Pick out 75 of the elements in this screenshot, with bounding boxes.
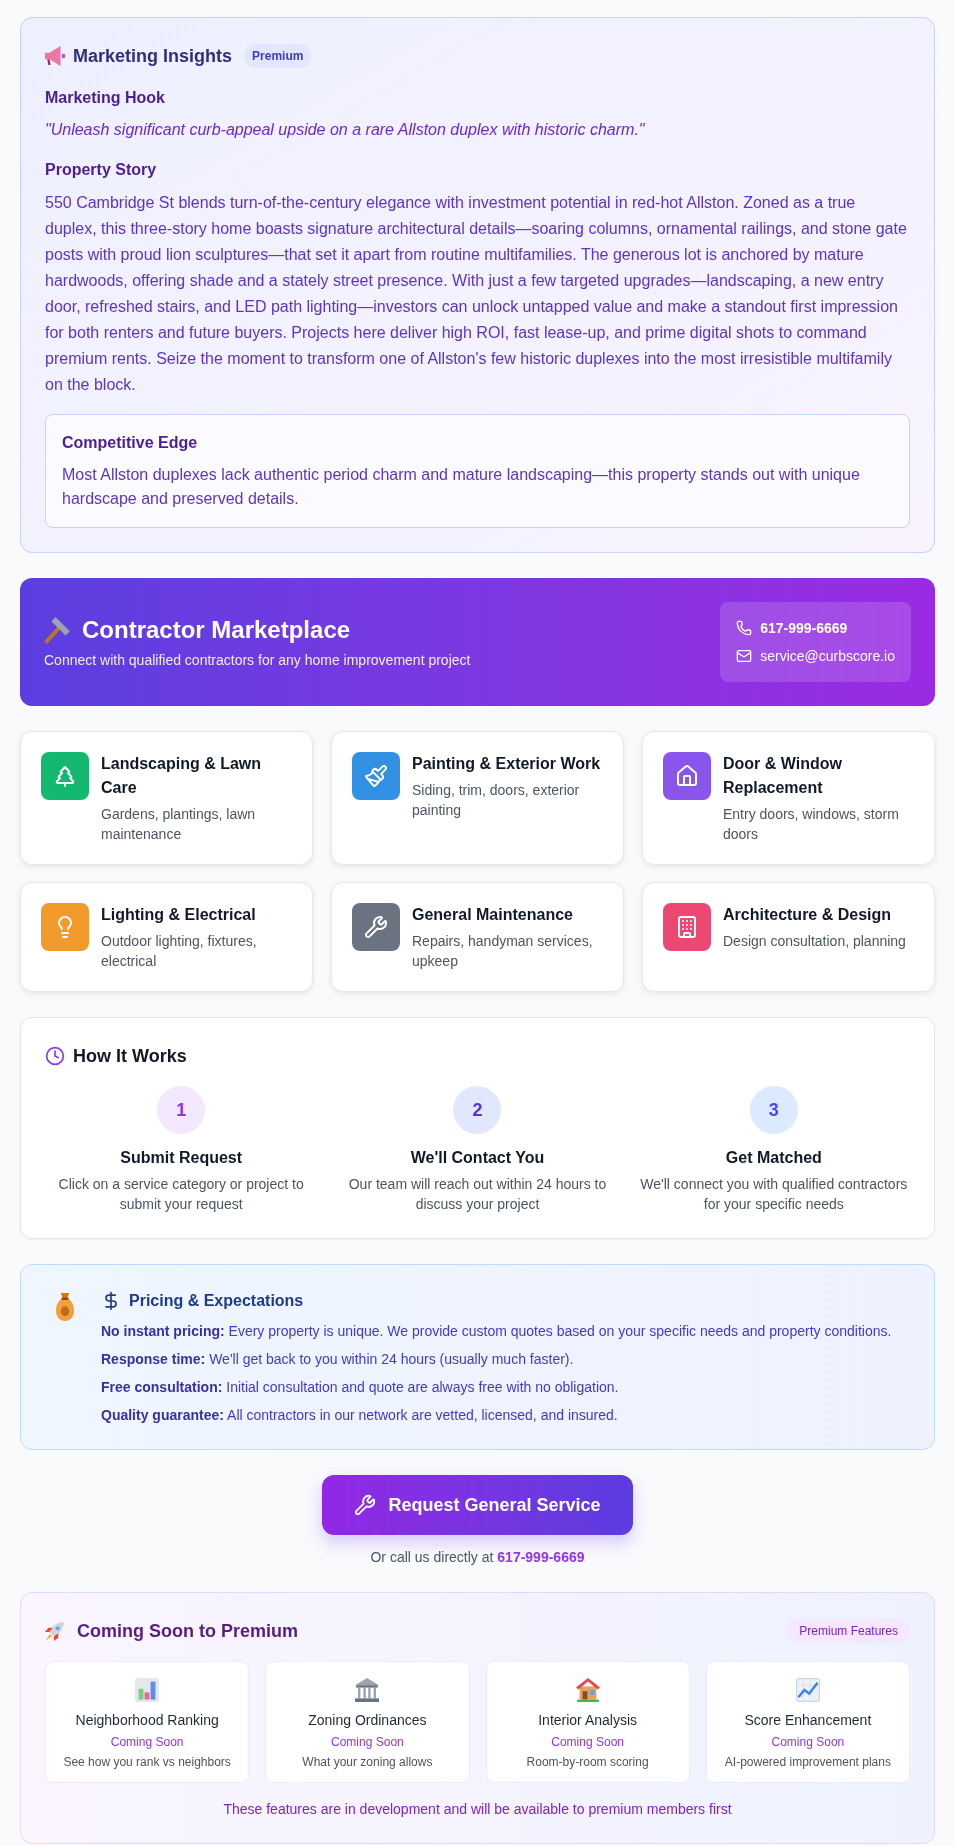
story-paragraph: 550 Cambridge St blends turn-of-the-century elegance with investment potential in red-hot Allston. Zoned as a true duplex, this three-story home boasts signature architectural details—soaring columns, ornamental railings, and stone gate posts with proud lion sculptures—that set it apart from routine multifamilies. The generous lot is anchored by mature hardwoods, offering shade and a stately street presence. With just a few targeted upgrades—landscaping, a new entry door, refreshed stairs, and LED path lighting—investors can unlock untapped value and make a standout first impression for both renters and future buyers. Projects here deliver high ROI, fast lease-up, and prime digital shots to command premium rents. Seize the moment to transform one of Allston's few historic duplexes into the most irresistible multifamily on the block.: [45, 193, 908, 395]
service-description: Outdoor lighting, fixtures, electrical: [101, 932, 258, 971]
feature-title: Neighborhood Ranking: [75, 1711, 219, 1730]
line-chart-icon: [795, 1678, 820, 1702]
section-title: Coming Soon to Premium: [77, 1620, 298, 1643]
feature-description: AI-powered improvement plans: [724, 1754, 891, 1770]
banner-subtitle: Connect with qualified contractors for any home improvement project: [44, 651, 471, 670]
service-card[interactable]: Painting & Exterior Work Siding, trim, doors, exterior painting: [331, 731, 624, 865]
wrench-icon: [354, 1494, 377, 1516]
service-card[interactable]: Door & Window Replacement Entry doors, windows, storm doors: [642, 731, 935, 865]
rocket-icon: [45, 1621, 65, 1641]
edge-text: Most Allston duplexes lack authentic period charm and mature landscaping—this property stands out with unique hardscape and preserved details.: [62, 465, 861, 509]
phone-number: 617-999-6669: [760, 619, 848, 638]
service-title: Landscaping & Lawn Care: [101, 754, 262, 798]
service-title: Door & Window Replacement: [723, 754, 843, 798]
pricing-item: Response time: We'll get back to you within 24 hours (usually much faster).: [101, 1350, 575, 1369]
feature-description: See how you rank vs neighbors: [63, 1754, 231, 1770]
feature-description: Room-by-room scoring: [526, 1754, 649, 1770]
service-title: Painting & Exterior Work: [412, 754, 602, 774]
service-description: Repairs, handyman services, upkeep: [412, 932, 594, 971]
footer-note: These features are in development and will be available to premium members first: [222, 1800, 733, 1819]
service-description: Gardens, plantings, lawn maintenance: [101, 805, 257, 844]
request-service-button[interactable]: Request General Service: [322, 1475, 633, 1535]
pricing-item: Quality guarantee: All contractors in our network are vetted, licensed, and insured.: [101, 1406, 619, 1425]
service-description: Entry doors, windows, storm doors: [723, 805, 900, 844]
pricing-title: Pricing & Expectations: [129, 1291, 304, 1311]
feature-description: What your zoning allows: [302, 1754, 433, 1770]
step-number: 1: [157, 1086, 206, 1134]
step-number: 3: [749, 1086, 798, 1134]
service-card[interactable]: General Maintenance Repairs, handyman services, upkeep: [331, 882, 624, 992]
house-icon: [575, 1678, 600, 1702]
premium-badge: Premium: [244, 44, 312, 68]
clock-icon: [45, 1046, 65, 1066]
hook-heading: Marketing Hook: [45, 88, 166, 108]
feature-title: Score Enhancement: [744, 1711, 872, 1730]
step-description: Our team will reach out within 24 hours to discuss your project: [347, 1175, 608, 1214]
step-description: We'll connect you with qualified contractors for your specific needs: [639, 1175, 909, 1214]
mail-icon: [736, 648, 753, 664]
step-description: Click on a service category or project to submit your request: [57, 1175, 305, 1214]
step-title: Submit Request: [120, 1148, 243, 1168]
edge-heading: Competitive Edge: [62, 433, 199, 453]
feature-title: Interior Analysis: [538, 1711, 638, 1730]
megaphone-icon: [45, 46, 65, 66]
service-card[interactable]: Lighting & Electrical Outdoor lighting, fixtures, electrical: [20, 882, 313, 992]
premium-tag: Premium Features: [787, 1619, 910, 1643]
feature-title: Zoning Ordinances: [308, 1711, 427, 1730]
story-heading: Property Story: [45, 160, 158, 180]
bar-chart-icon: [135, 1678, 160, 1702]
service-title: General Maintenance: [412, 905, 574, 925]
feature-status: Coming Soon: [331, 1734, 404, 1750]
section-title: Marketing Insights: [73, 45, 233, 68]
hammer-icon: [44, 616, 70, 644]
service-card[interactable]: Architecture & Design Design consultation, planning: [642, 882, 935, 992]
step-number: 2: [453, 1086, 502, 1134]
feature-status: Coming Soon: [551, 1734, 624, 1750]
feature-status: Coming Soon: [110, 1734, 184, 1750]
step-title: We'll Contact You: [410, 1148, 545, 1168]
section-title: How It Works: [73, 1045, 187, 1068]
step-title: Get Matched: [725, 1148, 822, 1168]
service-description: Siding, trim, doors, exterior painting: [412, 781, 581, 820]
call-note: Or call us directly at 617-999-6669: [370, 1548, 585, 1567]
email-address: service@curbscore.io: [760, 647, 895, 666]
feature-status: Coming Soon: [771, 1734, 845, 1750]
banner-title: Contractor Marketplace: [82, 615, 351, 645]
classical-building-icon: [355, 1678, 380, 1702]
service-title: Lighting & Electrical: [101, 905, 257, 925]
service-card[interactable]: Landscaping & Lawn Care Gardens, plantings, lawn maintenance: [20, 731, 313, 865]
pricing-item: No instant pricing: Every property is unique. We provide custom quotes based on your specific needs and property conditions.: [101, 1322, 892, 1341]
service-description: Design consultation, planning: [723, 932, 906, 951]
service-title: Architecture & Design: [723, 905, 893, 925]
hook-quote: "Unleash significant curb-appeal upside on a rare Allston duplex with historic charm.": [45, 120, 646, 140]
phone-link[interactable]: 617-999-6669: [497, 1549, 585, 1565]
pricing-item: Free consultation: Initial consultation and quote are always free with no obligation.: [101, 1378, 620, 1397]
phone-icon: [736, 620, 753, 636]
money-bag-icon: [53, 1293, 77, 1321]
